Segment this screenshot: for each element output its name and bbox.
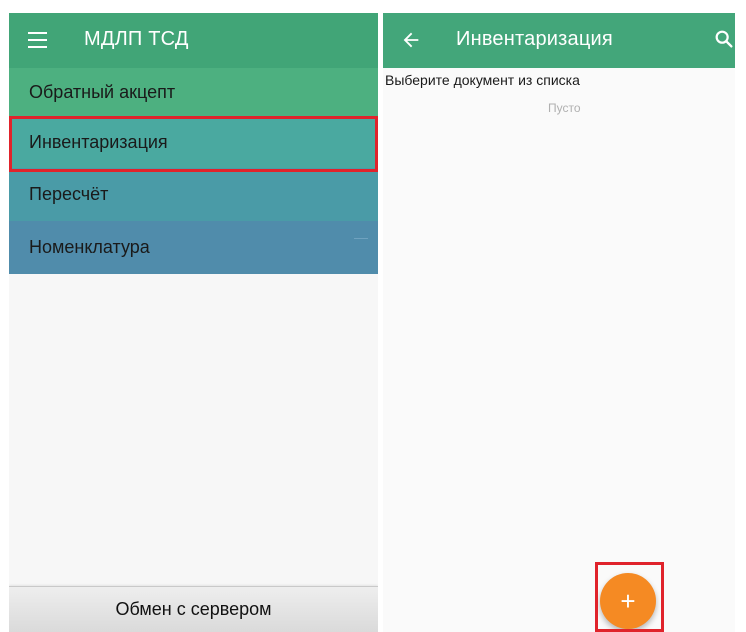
menu-item-label: Инвентаризация: [29, 131, 168, 152]
menu-item-inventory[interactable]: Инвентаризация: [9, 116, 378, 168]
right-screen: Инвентаризация Выберите документ из спис…: [383, 13, 735, 632]
app-title: МДЛП ТСД: [84, 28, 189, 50]
add-document-button[interactable]: +: [600, 573, 656, 629]
server-exchange-button[interactable]: Обмен с сервером: [9, 586, 378, 632]
select-document-prompt: Выберите документ из списка: [385, 72, 580, 88]
left-screen: МДЛП ТСД Обратный акцепт Инвентаризация …: [9, 13, 378, 632]
menu-item-label: Номенклатура: [29, 237, 150, 257]
right-app-bar: Инвентаризация: [383, 13, 735, 68]
arrow-left-icon[interactable]: [400, 29, 422, 51]
left-app-bar: МДЛП ТСД: [9, 13, 378, 68]
menu-item-label: Обратный акцепт: [29, 81, 176, 102]
menu-item-recount[interactable]: Пересчёт: [9, 168, 378, 221]
divider: [354, 238, 368, 239]
screen-title: Инвентаризация: [456, 28, 613, 50]
menu-item-label: Пересчёт: [29, 184, 109, 204]
menu-item-reverse-accept[interactable]: Обратный акцепт: [9, 68, 378, 116]
menu-item-nomenclature[interactable]: Номенклатура: [9, 221, 378, 274]
server-exchange-label: Обмен с сервером: [115, 599, 272, 619]
hamburger-menu-icon[interactable]: [28, 32, 47, 48]
search-icon[interactable]: [713, 28, 735, 50]
add-icon: +: [620, 586, 636, 616]
empty-list-text: Пусто: [548, 101, 581, 115]
